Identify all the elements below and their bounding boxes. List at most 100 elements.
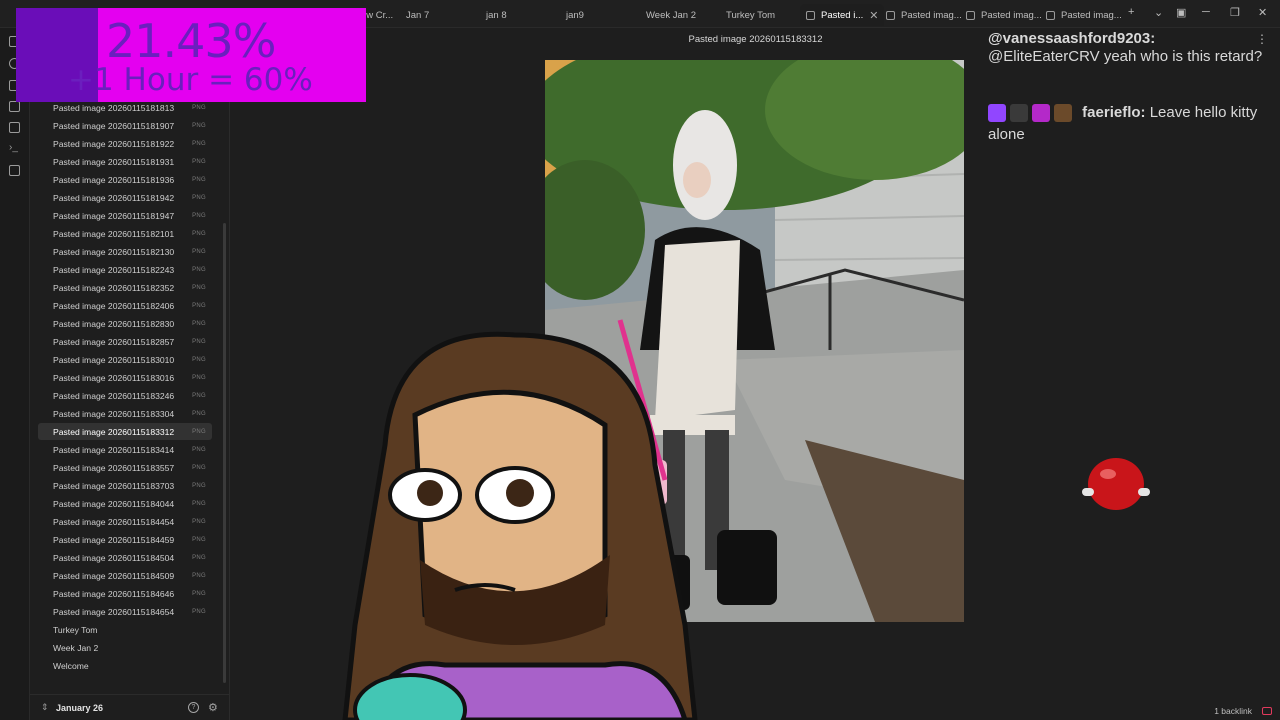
file-item[interactable]: Pasted image 20260115183304 PNG — [38, 405, 212, 422]
tab-item[interactable]: Pasted imag... — [1040, 4, 1128, 26]
help-icon[interactable]: ? — [188, 702, 199, 713]
file-item[interactable]: Pasted image 20260115183557 PNG — [38, 459, 212, 476]
candy-mascot — [1082, 458, 1150, 510]
tab-item[interactable]: jan9 — [560, 4, 590, 26]
file-name: Pasted image 20260115183304 — [53, 408, 175, 419]
file-item[interactable]: Pasted image 20260115181936 PNG — [38, 171, 212, 188]
file-item[interactable]: Pasted image 20260115182130 PNG — [38, 243, 212, 260]
tab-item[interactable]: Pasted imag... — [880, 4, 968, 26]
file-name: Pasted image 20260115184454 — [53, 516, 175, 527]
file-name: Pasted image 20260115184504 — [53, 552, 175, 563]
file-item[interactable]: Pasted image 20260115183246 PNG — [38, 387, 212, 404]
list-icon[interactable] — [9, 165, 20, 176]
file-item[interactable]: Pasted image 20260115181907 PNG — [38, 117, 212, 134]
window-close-icon[interactable]: ✕ — [1258, 6, 1267, 19]
file-extension-badge: PNG — [192, 572, 206, 579]
file-extension-badge: PNG — [192, 554, 206, 561]
image-file-icon — [886, 10, 895, 20]
tab-item[interactable]: jan 8 — [480, 4, 513, 26]
vault-switch-icon[interactable]: ⇕ — [41, 702, 49, 713]
copy-icon[interactable] — [9, 122, 20, 133]
file-item[interactable]: Pasted image 20260115183312 PNG — [38, 423, 212, 440]
file-item[interactable]: Pasted image 20260115183414 PNG — [38, 441, 212, 458]
gem-badge-icon — [1032, 104, 1050, 123]
file-extension-badge: PNG — [192, 536, 206, 543]
file-name: Pasted image 20260115183010 — [53, 354, 175, 365]
tab-item[interactable]: Turkey Tom — [720, 4, 781, 26]
chat-message: faerieflo: Leave hello kitty alone — [988, 102, 1263, 146]
file-item[interactable]: Pasted image 20260115184509 PNG — [38, 567, 212, 584]
chat-message: @vanessaashford9203: @EliteEaterCRV yeah… — [988, 30, 1263, 66]
file-name: Pasted image 20260115181907 — [53, 120, 175, 131]
gear-icon[interactable]: ⚙ — [208, 701, 218, 714]
terminal-icon[interactable]: ›_ — [9, 143, 20, 154]
file-item[interactable]: Pasted image 20260115182830 PNG — [38, 315, 212, 332]
file-item[interactable]: Pasted image 20260115181922 PNG — [38, 135, 212, 152]
file-name: Week Jan 2 — [53, 642, 99, 653]
backlinks-count[interactable]: 1 backlink — [1214, 706, 1252, 716]
file-name: Pasted image 20260115182406 — [53, 300, 175, 311]
file-item[interactable]: Turkey Tom — [38, 621, 212, 638]
file-name: Turkey Tom — [53, 624, 98, 635]
backlink-icon[interactable] — [1262, 707, 1272, 715]
file-item[interactable]: Pasted image 20260115182101 PNG — [38, 225, 212, 242]
tab-item[interactable]: Pasted imag... — [960, 4, 1048, 26]
chat-text: @EliteEaterCRV yeah who is this retard? — [988, 48, 1263, 65]
file-item[interactable]: Pasted image 20260115181947 PNG — [38, 207, 212, 224]
file-name: Pasted image 20260115182857 — [53, 336, 175, 347]
file-name: Pasted image 20260115181813 — [53, 102, 175, 113]
sidebar-toggle-icon[interactable]: ▣ — [1176, 6, 1186, 19]
file-item[interactable]: Pasted image 20260115181931 PNG — [38, 153, 212, 170]
goal-bonus: +1 Hour = 60% — [68, 62, 313, 98]
file-extension-badge: PNG — [192, 284, 206, 291]
tab-item[interactable]: Week Jan 2 — [640, 4, 702, 26]
vault-name[interactable]: January 26 — [56, 703, 103, 713]
new-tab-icon[interactable]: + — [1128, 6, 1134, 18]
chat-username: faerieflo: — [1082, 104, 1146, 121]
file-extension-badge: PNG — [192, 446, 206, 453]
file-item[interactable]: Pasted image 20260115182352 PNG — [38, 279, 212, 296]
file-item[interactable]: Week Jan 2 — [38, 639, 212, 656]
file-name: Pasted image 20260115181931 — [53, 156, 175, 167]
folder-icon[interactable] — [9, 101, 20, 112]
tab-label: Pasted imag... — [981, 9, 1042, 21]
tab-label: Week Jan 2 — [646, 9, 696, 21]
file-extension-badge: PNG — [192, 590, 206, 597]
file-extension-badge: PNG — [192, 122, 206, 129]
file-item[interactable]: Pasted image 20260115182857 PNG — [38, 333, 212, 350]
file-item[interactable]: Pasted image 20260115184459 PNG — [38, 531, 212, 548]
restore-icon[interactable]: ❐ — [1230, 6, 1240, 19]
file-item[interactable]: Pasted image 20260115184454 PNG — [38, 513, 212, 530]
file-name: Pasted image 20260115183703 — [53, 480, 175, 491]
file-extension-badge: PNG — [192, 482, 206, 489]
file-name: Pasted image 20260115182243 — [53, 264, 175, 275]
image-file-icon — [966, 10, 975, 20]
file-item[interactable]: Pasted image 20260115183703 PNG — [38, 477, 212, 494]
minimize-icon[interactable]: ─ — [1202, 6, 1210, 18]
file-item[interactable]: Welcome — [38, 657, 212, 674]
file-extension-badge: PNG — [192, 266, 206, 273]
file-item[interactable]: Pasted image 20260115183016 PNG — [38, 369, 212, 386]
file-extension-badge: PNG — [192, 158, 206, 165]
file-item[interactable]: Pasted image 20260115182243 PNG — [38, 261, 212, 278]
chevron-down-icon[interactable]: ⌄ — [1154, 6, 1163, 19]
file-extension-badge: PNG — [192, 248, 206, 255]
file-item[interactable]: Pasted image 20260115182406 PNG — [38, 297, 212, 314]
file-extension-badge: PNG — [192, 410, 206, 417]
tab-item[interactable]: Jan 7 — [400, 4, 435, 26]
file-item[interactable]: Pasted image 20260115183010 PNG — [38, 351, 212, 368]
sub-badge-icon — [1010, 104, 1028, 123]
file-item[interactable]: Pasted image 20260115184646 PNG — [38, 585, 212, 602]
close-icon[interactable]: ✕ — [869, 9, 878, 22]
file-extension-badge: PNG — [192, 500, 206, 507]
file-item[interactable]: Pasted image 20260115184654 PNG — [38, 603, 212, 620]
file-item[interactable]: Pasted image 20260115184044 PNG — [38, 495, 212, 512]
scrollbar[interactable] — [223, 223, 226, 683]
file-name: Pasted image 20260115183414 — [53, 444, 175, 455]
file-name: Pasted image 20260115181947 — [53, 210, 175, 221]
tab-active[interactable]: Pasted i... ✕ — [800, 4, 885, 26]
file-name: Welcome — [53, 660, 89, 671]
file-extension-badge: PNG — [192, 230, 206, 237]
file-item[interactable]: Pasted image 20260115184504 PNG — [38, 549, 212, 566]
file-item[interactable]: Pasted image 20260115181942 PNG — [38, 189, 212, 206]
